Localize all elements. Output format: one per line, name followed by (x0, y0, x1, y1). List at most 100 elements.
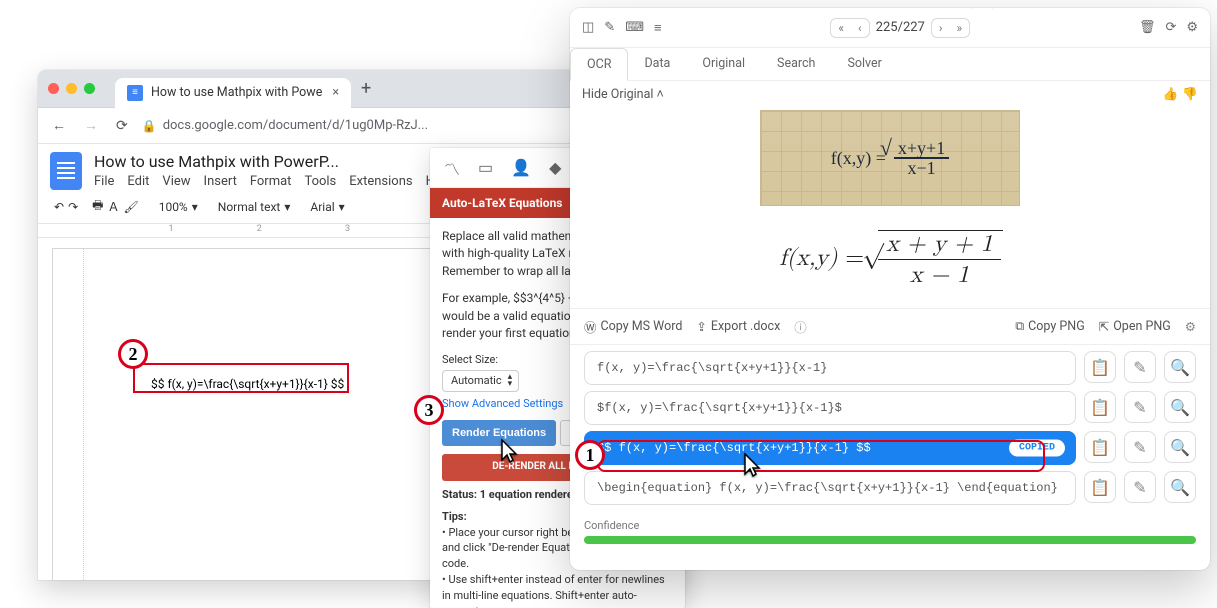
edit-icon[interactable]: ✎ (1124, 351, 1156, 383)
pager-first[interactable]: « (831, 19, 851, 37)
menu-view[interactable]: View (162, 174, 190, 189)
nav-forward-button[interactable]: → (80, 117, 102, 134)
search-icon[interactable]: 🔍 (1164, 431, 1196, 463)
open-icon: ⇱ (1099, 319, 1109, 335)
refresh-icon[interactable]: ⟳ (1165, 20, 1176, 35)
export-docx-button[interactable]: ⇪Export .docx (696, 319, 780, 335)
pager-last[interactable]: » (949, 19, 969, 37)
menu-insert[interactable]: Insert (204, 174, 237, 189)
cursor-on-render (495, 438, 519, 468)
spellcheck-icon[interactable]: Ａ (107, 198, 119, 215)
pager-count: 225/227 (876, 20, 925, 35)
chevron-down-icon[interactable]: ▾ (339, 200, 345, 214)
tab-original[interactable]: Original (686, 48, 761, 80)
sliders-icon[interactable]: ⚙ (1185, 319, 1196, 335)
search-icon[interactable]: 🔍 (1164, 391, 1196, 423)
size-select[interactable]: Automatic ▴▾ (442, 370, 519, 392)
align-icon[interactable]: ≡ (654, 20, 662, 36)
person-icon[interactable]: 👤 (511, 158, 531, 177)
tab-ocr[interactable]: OCR (570, 48, 628, 81)
history-pager: «‹ 225/227 ›» (830, 18, 970, 38)
menu-extensions[interactable]: Extensions (349, 174, 412, 189)
calendar-icon[interactable]: ▭ (478, 158, 493, 177)
chevron-down-icon[interactable]: ▾ (192, 200, 198, 214)
open-png-button[interactable]: ⇱Open PNG (1099, 319, 1171, 335)
edit-icon[interactable]: ✎ (1124, 391, 1156, 423)
copy-icon: ⧉ (1015, 319, 1024, 334)
search-icon[interactable]: 🔍 (1164, 471, 1196, 503)
hide-original-toggle[interactable]: Hide Original ˄ (582, 87, 664, 102)
tips-title: Tips: (442, 510, 467, 523)
confidence-section: Confidence (570, 511, 1210, 556)
latex-row-plain[interactable]: f(x, y)=\frac{\sqrt{x+y+1}}{x-1} (584, 351, 1076, 385)
menu-file[interactable]: File (94, 174, 114, 189)
gear-icon[interactable]: ⚙ (1186, 20, 1198, 35)
docs-favicon-icon: ≡ (127, 85, 143, 101)
info-icon[interactable]: ⓘ (794, 317, 807, 336)
mathpix-tabs: OCR Data Original Search Solver (570, 48, 1210, 81)
edit-icon[interactable]: ✎ (1124, 471, 1156, 503)
docs-logo-icon[interactable] (50, 152, 82, 190)
copy-clipboard-icon[interactable]: 📋 (1084, 431, 1116, 463)
paint-format-icon[interactable]: 🖌 (123, 200, 138, 214)
window-close-dot[interactable] (48, 83, 59, 94)
latex-output-rows: f(x, y)=\frac{\sqrt{x+y+1}}{x-1} 📋✎🔍 $f(… (570, 345, 1210, 505)
latex-row-inline[interactable]: $f(x, y)=\frac{\sqrt{x+y+1}}{x-1}$ (584, 391, 1076, 425)
undo-icon[interactable]: ↶ (54, 200, 64, 214)
zoom-value[interactable]: 100% (159, 200, 188, 214)
trash-icon[interactable]: 🗑 (1139, 20, 1156, 35)
copy-clipboard-icon[interactable]: 📋 (1084, 351, 1116, 383)
callout-2-box (133, 363, 349, 393)
style-select[interactable]: Normal text (218, 200, 281, 214)
search-icon[interactable]: 🔍 (1164, 351, 1196, 383)
original-image: f(x,y) = x+y+1x−1 (570, 108, 1210, 208)
word-icon: Ⓦ (584, 317, 597, 336)
window-minimize-dot[interactable] (66, 83, 77, 94)
callout-1-box (597, 440, 1045, 472)
tab-search[interactable]: Search (761, 48, 831, 80)
chevron-up-icon: ˄ (657, 87, 664, 102)
thumbs-up-icon[interactable]: 👍 (1163, 87, 1179, 102)
address-url[interactable]: docs.google.com/document/d/1ug0Mp-RzJ... (163, 118, 428, 133)
chevron-down-icon[interactable]: ▾ (284, 200, 290, 214)
redo-icon[interactable]: ↷ (68, 200, 78, 214)
new-tab-button[interactable]: + (361, 78, 371, 99)
print-icon[interactable]: 🖶 (92, 196, 103, 217)
draw-icon[interactable]: ✎ (604, 20, 615, 35)
copy-msword-button[interactable]: ⓌCopy MS Word (584, 317, 682, 336)
menu-format[interactable]: Format (250, 174, 292, 189)
crop-icon[interactable]: ◫ (582, 20, 594, 35)
close-tab-icon[interactable]: × (332, 85, 339, 100)
nav-reload-button[interactable]: ⟳ (112, 118, 132, 134)
export-icon: ⇪ (696, 319, 706, 335)
lock-icon: 🔒 (142, 119, 157, 133)
browser-tab-title: How to use Mathpix with Powe (151, 85, 322, 100)
rendered-formula: f(x,y) = x + y + 1 x − 1 (570, 208, 1210, 308)
menu-tools[interactable]: Tools (304, 174, 336, 189)
mathpix-panel: ◫ ✎ ⌨ ≡ «‹ 225/227 ›» 🗑 ⟳ ⚙ OCR Data Ori… (570, 8, 1210, 570)
copy-clipboard-icon[interactable]: 📋 (1084, 471, 1116, 503)
pager-next[interactable]: › (932, 19, 950, 37)
browser-tab[interactable]: ≡ How to use Mathpix with Powe × (115, 78, 351, 108)
mathpix-export-bar: ⓌCopy MS Word ⇪Export .docx ⓘ ⧉Copy PNG … (570, 308, 1210, 345)
menu-edit[interactable]: Edit (127, 174, 149, 189)
maps-icon[interactable]: ◆ (549, 158, 561, 177)
edit-icon[interactable]: ✎ (1124, 431, 1156, 463)
stepper-icon: ▴▾ (508, 374, 513, 388)
font-select[interactable]: Arial (310, 200, 334, 214)
nav-back-button[interactable]: ← (48, 117, 70, 134)
keyboard-icon[interactable]: ⌨ (625, 20, 644, 35)
copy-clipboard-icon[interactable]: 📋 (1084, 391, 1116, 423)
callout-3: 3 (414, 395, 444, 425)
pager-prev[interactable]: ‹ (851, 19, 869, 37)
tip-2: • Use shift+enter instead of enter for n… (442, 573, 665, 608)
analytics-icon[interactable]: 〽 (444, 156, 460, 180)
latex-row-equation-env[interactable]: \begin{equation} f(x, y)=\frac{\sqrt{x+y… (584, 471, 1076, 505)
tab-solver[interactable]: Solver (831, 48, 897, 80)
window-zoom-dot[interactable] (84, 83, 95, 94)
confidence-label: Confidence (584, 519, 1196, 532)
tab-data[interactable]: Data (628, 48, 686, 80)
copy-png-button[interactable]: ⧉Copy PNG (1015, 319, 1085, 334)
callout-1: 1 (575, 440, 605, 470)
thumbs-down-icon[interactable]: 👎 (1182, 87, 1198, 102)
